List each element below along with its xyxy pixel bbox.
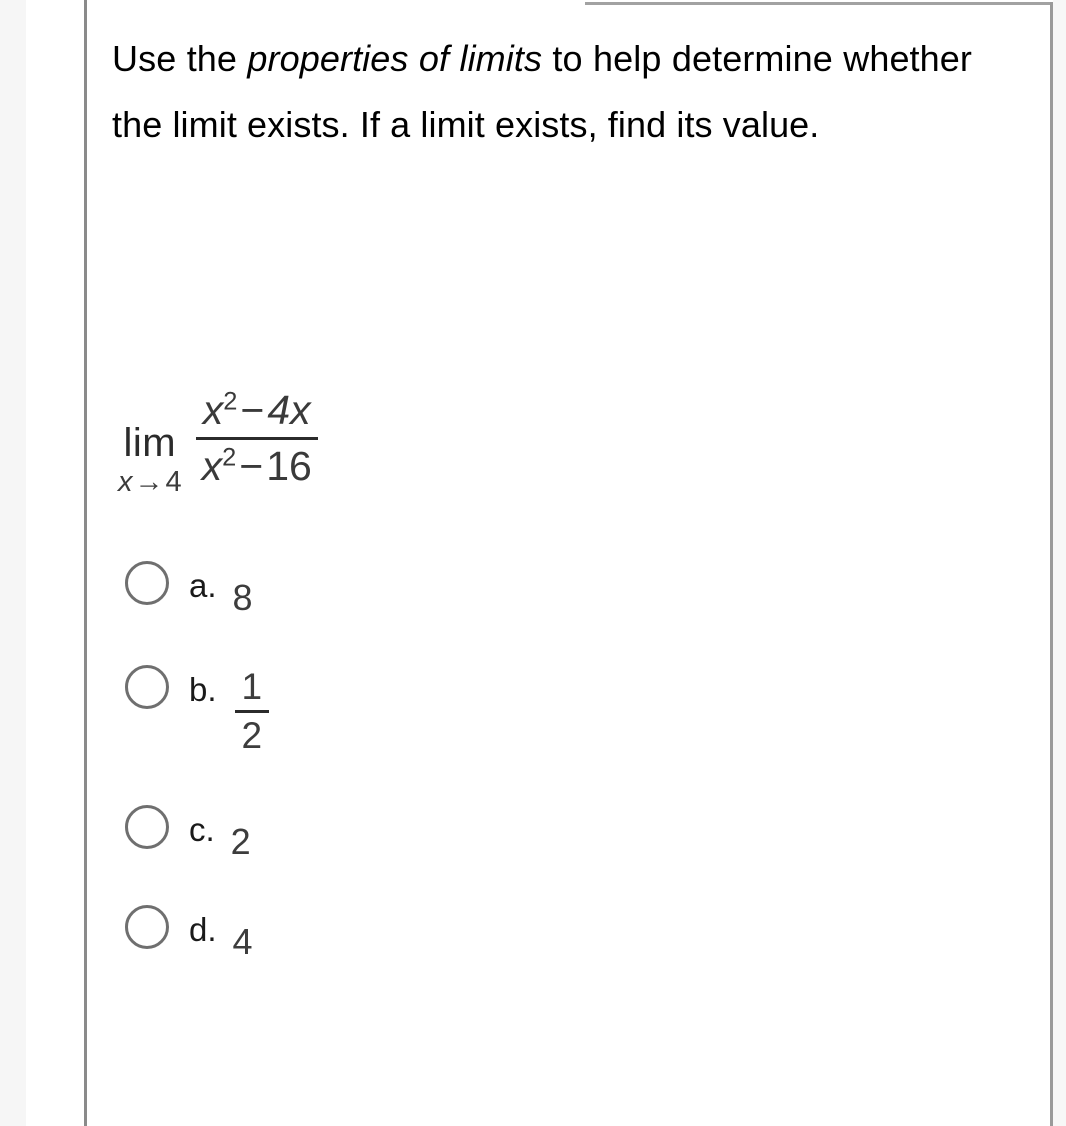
answer-option-a[interactable]: a. 8 (125, 556, 725, 660)
option-value-b: 1 2 (234, 666, 270, 757)
radio-button-b[interactable] (125, 665, 169, 709)
denominator-base: x (201, 443, 223, 489)
prompt-lead-text: Use the (112, 38, 248, 79)
option-b-fraction-bar (234, 710, 270, 713)
option-b-denominator: 2 (241, 715, 263, 756)
limit-subscript-variable: x (118, 466, 133, 498)
option-letter-d: d. (189, 911, 217, 948)
numerator-exponent: 2 (223, 387, 238, 416)
option-letter-b: b. (189, 671, 217, 708)
limit-subscript: x→4 (118, 466, 182, 498)
radio-button-c[interactable] (125, 805, 169, 849)
fraction-numerator: x2−4x (197, 386, 317, 434)
numerator-term: 4x (267, 387, 311, 433)
prompt-emphasis-text: properties of limits (247, 38, 543, 79)
answer-option-b[interactable]: b. 1 2 (125, 660, 725, 800)
denominator-term: 16 (266, 443, 312, 489)
option-value-c: 2 (230, 821, 251, 862)
question-content: Use the properties of limits to help det… (112, 0, 984, 1126)
denominator-exponent: 2 (222, 443, 237, 472)
answer-option-c[interactable]: c. 2 (125, 800, 725, 900)
question-prompt: Use the properties of limits to help det… (112, 26, 972, 158)
fraction-bar (195, 437, 318, 440)
right-edge-band (1053, 0, 1066, 1126)
option-b-numerator: 1 (241, 666, 263, 707)
limit-expression: lim x→4 x2−4x x2−16 (118, 386, 318, 498)
option-letter-c: c. (189, 811, 215, 848)
option-value-a: 8 (232, 577, 253, 618)
option-value-d: 4 (232, 921, 253, 962)
numerator-base: x (202, 387, 224, 433)
limit-operator: lim x→4 (118, 422, 182, 498)
answer-options-list: a. 8 b. 1 2 c. 2 d. 4 (125, 556, 725, 990)
numerator-operator: − (240, 387, 265, 433)
limit-subscript-target: 4 (165, 466, 182, 498)
denominator-operator: − (239, 443, 264, 489)
fraction-denominator: x2−16 (196, 442, 318, 490)
option-letter-a: a. (189, 567, 217, 604)
question-page: Use the properties of limits to help det… (0, 0, 1066, 1126)
limit-operator-word: lim (123, 421, 177, 465)
radio-button-d[interactable] (125, 905, 169, 949)
answer-option-d[interactable]: d. 4 (125, 900, 725, 990)
left-gutter-band (0, 0, 26, 1126)
left-panel-divider (84, 0, 87, 1126)
limit-subscript-arrow: → (134, 466, 164, 498)
limit-fraction: x2−4x x2−16 (195, 386, 318, 490)
radio-button-a[interactable] (125, 561, 169, 605)
